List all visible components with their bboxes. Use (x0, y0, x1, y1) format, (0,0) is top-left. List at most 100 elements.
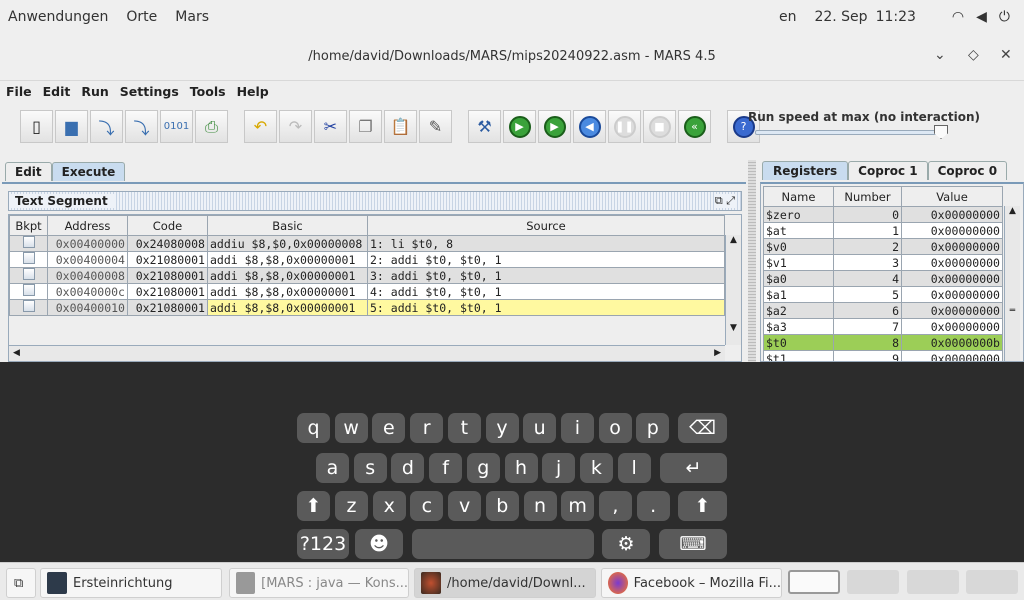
key-comma[interactable]: , (599, 491, 632, 521)
menu-edit[interactable]: Edit (43, 84, 71, 99)
key-y[interactable]: y (486, 413, 519, 443)
register-row[interactable]: $a040x00000000 (764, 271, 1003, 287)
breakpoint-checkbox[interactable] (23, 252, 35, 264)
dump-memory-icon[interactable]: 0101 (160, 110, 193, 143)
symbols-key[interactable]: ?123 (297, 529, 349, 559)
emoji-key[interactable]: ☻ (355, 529, 403, 559)
register-row[interactable]: $zero00x00000000 (764, 207, 1003, 223)
col-number[interactable]: Number (834, 187, 902, 207)
table-row[interactable]: 0x004000040x21080001addi $8,$8,0x0000000… (10, 252, 725, 268)
menu-help[interactable]: Help (237, 84, 269, 99)
shift-key-right[interactable]: ⬆ (678, 491, 727, 521)
table-row[interactable]: 0x004000100x21080001addi $8,$8,0x0000000… (10, 300, 725, 316)
col-code[interactable]: Code (128, 216, 208, 236)
register-row[interactable]: $v020x00000000 (764, 239, 1003, 255)
key-w[interactable]: w (335, 413, 368, 443)
key-t[interactable]: t (448, 413, 481, 443)
key-z[interactable]: z (335, 491, 368, 521)
window-restore-icon[interactable]: ⧉ ⤢ (715, 194, 735, 208)
workspace-2[interactable] (847, 570, 899, 594)
key-period[interactable]: . (637, 491, 670, 521)
col-name[interactable]: Name (764, 187, 834, 207)
date[interactable]: 22. Sep (814, 9, 867, 25)
register-row[interactable]: $at10x00000000 (764, 223, 1003, 239)
run-speed-slider[interactable] (755, 130, 947, 135)
active-app-menu[interactable]: Mars (175, 9, 209, 25)
minimize-icon[interactable]: ⌄ (934, 47, 946, 63)
breakpoint-cell[interactable] (10, 284, 48, 300)
redo-icon[interactable]: ↷ (279, 110, 312, 143)
key-i[interactable]: i (561, 413, 594, 443)
tab-registers[interactable]: Registers (762, 161, 848, 180)
key-c[interactable]: c (410, 491, 443, 521)
text-segment-hscrollbar[interactable]: ◀▶ (9, 345, 725, 361)
key-g[interactable]: g (467, 453, 500, 483)
workspace-3[interactable] (907, 570, 959, 594)
key-x[interactable]: x (373, 491, 406, 521)
col-value[interactable]: Value (902, 187, 1003, 207)
register-row[interactable]: $t190x00000000 (764, 351, 1003, 363)
table-row[interactable]: 0x004000080x21080001addi $8,$8,0x0000000… (10, 268, 725, 284)
clock[interactable]: 11:23 (876, 9, 916, 25)
run-speed-slider-thumb[interactable] (934, 125, 948, 139)
key-v[interactable]: v (448, 491, 481, 521)
task-mars[interactable]: /home/david/Downl... (414, 568, 596, 598)
workspace-1[interactable] (788, 570, 840, 594)
col-source[interactable]: Source (368, 216, 725, 236)
register-value[interactable]: 0x00000000 (902, 287, 1003, 303)
assemble-icon[interactable]: ⚒ (468, 110, 501, 143)
breakpoint-cell[interactable] (10, 252, 48, 268)
menu-tools[interactable]: Tools (190, 84, 226, 99)
paste-icon[interactable]: 📋 (384, 110, 417, 143)
task-firefox[interactable]: Facebook – Mozilla Fi... (601, 568, 782, 598)
save-as-icon[interactable]: ⤵ (125, 110, 158, 143)
tab-edit[interactable]: Edit (5, 162, 52, 181)
key-j[interactable]: j (542, 453, 575, 483)
close-icon[interactable]: ✕ (1000, 47, 1012, 63)
cut-icon[interactable]: ✂ (314, 110, 347, 143)
breakpoint-cell[interactable] (10, 236, 48, 252)
col-address[interactable]: Address (48, 216, 128, 236)
save-icon[interactable]: ⤵ (90, 110, 123, 143)
new-file-icon[interactable]: ▯ (20, 110, 53, 143)
key-p[interactable]: p (636, 413, 669, 443)
col-bkpt[interactable]: Bkpt (10, 216, 48, 236)
register-value[interactable]: 0x00000000 (902, 223, 1003, 239)
key-u[interactable]: u (523, 413, 556, 443)
breakpoint-checkbox[interactable] (23, 236, 35, 248)
register-value[interactable]: 0x0000000b (902, 335, 1003, 351)
key-e[interactable]: e (372, 413, 405, 443)
task-konsole[interactable]: [MARS : java — Kons... (229, 568, 409, 598)
menu-settings[interactable]: Settings (120, 84, 179, 99)
stop-icon[interactable]: ■ (643, 110, 676, 143)
undo-icon[interactable]: ↶ (244, 110, 277, 143)
register-value[interactable]: 0x00000000 (902, 303, 1003, 319)
register-value[interactable]: 0x00000000 (902, 255, 1003, 271)
tab-coproc0[interactable]: Coproc 0 (928, 161, 1007, 180)
key-n[interactable]: n (524, 491, 557, 521)
register-value[interactable]: 0x00000000 (902, 207, 1003, 223)
register-row[interactable]: $a150x00000000 (764, 287, 1003, 303)
backstep-icon[interactable]: ◀ (573, 110, 606, 143)
space-key[interactable] (412, 529, 594, 559)
breakpoint-checkbox[interactable] (23, 300, 35, 312)
key-m[interactable]: m (561, 491, 594, 521)
power-icon[interactable]: ⏻ (999, 9, 1010, 25)
language-indicator[interactable]: en (779, 9, 797, 25)
key-l[interactable]: l (618, 453, 651, 483)
places-menu[interactable]: Orte (126, 9, 157, 25)
hide-keyboard-key[interactable]: ⌨ (659, 529, 727, 559)
task-ersteinrichtung[interactable]: Ersteinrichtung (40, 568, 222, 598)
register-row[interactable]: $t080x0000000b (764, 335, 1003, 351)
key-b[interactable]: b (486, 491, 519, 521)
shift-key-left[interactable]: ⬆ (297, 491, 330, 521)
pause-icon[interactable]: ❚❚ (608, 110, 641, 143)
applications-menu[interactable]: Anwendungen (8, 9, 108, 25)
col-basic[interactable]: Basic (208, 216, 368, 236)
tab-coproc1[interactable]: Coproc 1 (848, 161, 927, 180)
backspace-key[interactable]: ⌫ (678, 413, 727, 443)
register-value[interactable]: 0x00000000 (902, 351, 1003, 363)
register-value[interactable]: 0x00000000 (902, 239, 1003, 255)
menu-file[interactable]: File (6, 84, 32, 99)
print-icon[interactable]: ⎙ (195, 110, 228, 143)
